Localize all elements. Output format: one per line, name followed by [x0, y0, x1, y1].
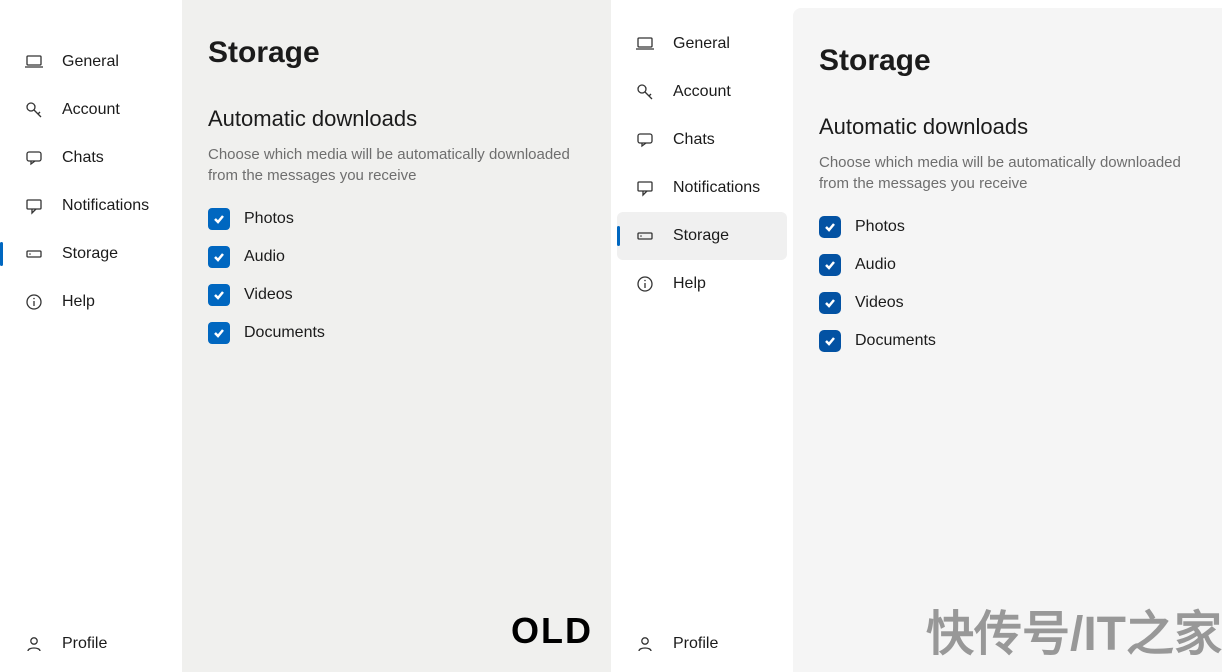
key-icon [635, 82, 655, 102]
chat-icon [635, 130, 655, 150]
checkbox-icon [208, 208, 230, 230]
laptop-icon [24, 52, 44, 72]
checkbox-label: Videos [244, 286, 293, 304]
sidebar-profile[interactable]: Profile [0, 616, 182, 672]
sidebar-item-label: Help [673, 275, 706, 293]
sidebar-item-label: Help [62, 293, 95, 311]
content-new: Storage Automatic downloads Choose which… [793, 8, 1222, 672]
checkbox-icon [819, 254, 841, 276]
sidebar-item-general[interactable]: General [611, 20, 793, 68]
sidebar-item-general[interactable]: General [0, 38, 182, 86]
sidebar-new: General Account Chats Notifications Stor… [611, 0, 793, 672]
checkbox-label: Documents [244, 324, 325, 342]
checkbox-label: Videos [855, 294, 904, 312]
page-title: Storage [819, 44, 1196, 78]
page-title: Storage [208, 36, 585, 70]
sidebar-item-storage[interactable]: Storage [0, 230, 182, 278]
checkbox-videos[interactable]: Videos [208, 284, 585, 306]
checkbox-label: Photos [855, 218, 905, 236]
section-description: Choose which media will be automatically… [208, 144, 578, 186]
checkbox-videos[interactable]: Videos [819, 292, 1196, 314]
checkbox-icon [208, 322, 230, 344]
checkbox-icon [819, 330, 841, 352]
checkbox-label: Photos [244, 210, 294, 228]
checkbox-audio[interactable]: Audio [819, 254, 1196, 276]
profile-label: Profile [673, 635, 718, 653]
sidebar-item-label: Storage [62, 245, 118, 263]
sidebar-item-label: Chats [62, 149, 104, 167]
section-description: Choose which media will be automatically… [819, 152, 1189, 194]
section-title: Automatic downloads [208, 106, 585, 132]
checkbox-icon [819, 216, 841, 238]
sidebar-item-label: Notifications [62, 197, 149, 215]
sidebar-item-label: Account [673, 83, 731, 101]
person-icon [24, 634, 44, 654]
info-icon [24, 292, 44, 312]
checkbox-icon [819, 292, 841, 314]
panel-new: General Account Chats Notifications Stor… [611, 0, 1222, 672]
comment-icon [635, 178, 655, 198]
comment-icon [24, 196, 44, 216]
profile-label: Profile [62, 635, 107, 653]
checkbox-label: Audio [855, 256, 896, 274]
checkbox-icon [208, 246, 230, 268]
checkbox-documents[interactable]: Documents [819, 330, 1196, 352]
panel-old: General Account Chats Notifications Stor… [0, 0, 611, 672]
sidebar-item-chats[interactable]: Chats [611, 116, 793, 164]
sidebar-item-storage[interactable]: Storage [617, 212, 787, 260]
sidebar-item-label: Chats [673, 131, 715, 149]
sidebar-item-label: Notifications [673, 179, 760, 197]
info-icon [635, 274, 655, 294]
sidebar-item-account[interactable]: Account [611, 68, 793, 116]
sidebar-item-label: General [62, 53, 119, 71]
laptop-icon [635, 34, 655, 54]
checkbox-label: Audio [244, 248, 285, 266]
checkbox-audio[interactable]: Audio [208, 246, 585, 268]
section-title: Automatic downloads [819, 114, 1196, 140]
sidebar-old: General Account Chats Notifications Stor… [0, 0, 182, 672]
sidebar-item-label: General [673, 35, 730, 53]
sidebar-profile[interactable]: Profile [611, 616, 793, 672]
sidebar-item-help[interactable]: Help [611, 260, 793, 308]
checkbox-photos[interactable]: Photos [819, 216, 1196, 238]
sidebar-item-account[interactable]: Account [0, 86, 182, 134]
sidebar-item-notifications[interactable]: Notifications [611, 164, 793, 212]
checkbox-icon [208, 284, 230, 306]
checkbox-photos[interactable]: Photos [208, 208, 585, 230]
sidebar-item-help[interactable]: Help [0, 278, 182, 326]
storage-icon [24, 244, 44, 264]
checkbox-label: Documents [855, 332, 936, 350]
content-old: Storage Automatic downloads Choose which… [182, 0, 611, 672]
sidebar-item-chats[interactable]: Chats [0, 134, 182, 182]
checkbox-documents[interactable]: Documents [208, 322, 585, 344]
key-icon [24, 100, 44, 120]
sidebar-item-label: Storage [673, 227, 729, 245]
sidebar-item-label: Account [62, 101, 120, 119]
chat-icon [24, 148, 44, 168]
person-icon [635, 634, 655, 654]
sidebar-item-notifications[interactable]: Notifications [0, 182, 182, 230]
badge-old: OLD [511, 610, 593, 652]
storage-icon [635, 226, 655, 246]
